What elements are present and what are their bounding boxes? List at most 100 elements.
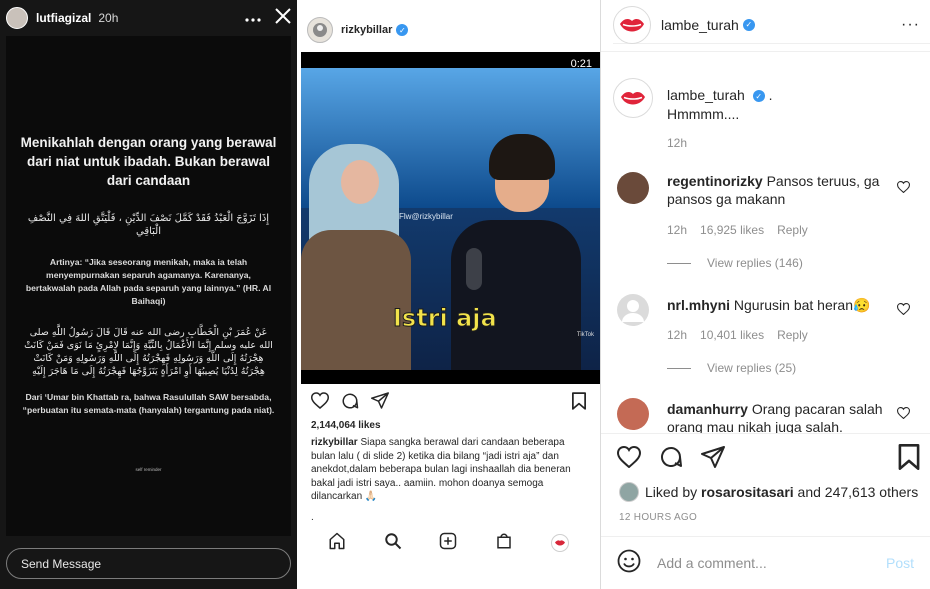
post-comment-button[interactable]: Post: [886, 555, 914, 571]
divider: [601, 51, 930, 52]
post-time-ago[interactable]: 12 HOURS AGO: [619, 512, 697, 523]
replies-dash: [667, 367, 691, 369]
mobile-likes-count[interactable]: 2,144,064 likes: [311, 420, 381, 431]
comment-item: regentinorizky Pansos teruus, ga pansos …: [617, 172, 916, 272]
tiktok-mark: TikTok: [576, 332, 594, 338]
story-viewer: lutfiagizal 20h Menikahlah dengan orang …: [0, 0, 297, 589]
comment-avatar[interactable]: [617, 172, 649, 204]
video-coat-left: [301, 230, 411, 370]
home-icon[interactable]: [328, 532, 346, 555]
post-header: lambe_turah ✓ ···: [613, 5, 930, 44]
comment-avatar[interactable]: [617, 294, 649, 326]
caption-suffix: .: [768, 87, 773, 103]
caption-avatar[interactable]: [613, 78, 653, 118]
replies-dash: [667, 262, 691, 264]
comment-text-block: regentinorizky Pansos teruus, ga pansos …: [667, 172, 899, 208]
post-avatar[interactable]: [613, 5, 651, 44]
view-replies-label: View replies (146): [707, 256, 803, 270]
bookmark-icon[interactable]: [572, 391, 586, 415]
close-icon[interactable]: [275, 7, 291, 29]
story-footnote: self reminder: [135, 467, 162, 472]
view-replies-button[interactable]: View replies (25): [667, 361, 796, 375]
heart-icon[interactable]: [310, 392, 330, 414]
profile-avatar-icon[interactable]: [551, 534, 570, 552]
reply-button[interactable]: Reply: [777, 223, 808, 237]
mobile-caption: rizkybillar Siapa sangka berawal dari ca…: [311, 436, 591, 504]
comment-username[interactable]: regentinorizky: [667, 173, 763, 189]
verified-icon: ✓: [742, 18, 755, 31]
video-face-left: [341, 160, 379, 204]
comment-text-block: damanhurry Orang pacaran salah orang mau…: [667, 400, 899, 433]
liked-by-avatar[interactable]: [619, 482, 639, 502]
liked-by: Liked by rosarositasari and 247,613 othe…: [619, 482, 918, 502]
new-post-icon[interactable]: [439, 532, 457, 555]
video-time: 0:21: [570, 58, 592, 70]
desktop-post-panel: lambe_turah ✓ ··· lambe_turah ✓ . Hmmmm.…: [601, 0, 930, 589]
comment-heart-icon[interactable]: [896, 406, 911, 424]
mobile-avatar[interactable]: [307, 17, 333, 43]
comment-icon[interactable]: [659, 445, 683, 474]
video-watermark: Flw@rizkybillar: [399, 212, 453, 221]
view-replies-button[interactable]: View replies (146): [667, 256, 803, 270]
liked-by-prefix: Liked by: [645, 484, 698, 500]
more-icon[interactable]: [245, 9, 261, 27]
comment-time[interactable]: 12h: [667, 223, 687, 237]
comment-username[interactable]: damanhurry: [667, 401, 748, 417]
send-message-input[interactable]: Send Message: [6, 548, 291, 579]
comment-text-block: nrl.mhyni Ngurusin bat heran😥: [667, 296, 899, 314]
add-comment-input[interactable]: Add a comment...: [657, 555, 886, 571]
post-username[interactable]: lambe_turah: [661, 17, 739, 33]
story-header: lutfiagizal 20h: [6, 6, 291, 30]
story-hadith: Dari ‘Umar bin Khattab ra, bahwa Rasulul…: [22, 392, 275, 415]
view-replies-label: View replies (25): [707, 361, 797, 375]
bookmark-icon[interactable]: [898, 443, 920, 475]
post-actions: [616, 443, 920, 475]
story-arabic-hadith: عَنْ عُمَرَ بْنِ الْخَطَّابِ رضى الله عن…: [24, 327, 273, 377]
comment-avatar[interactable]: [617, 398, 649, 430]
mobile-bottom-nav: [297, 532, 600, 554]
mobile-post: rizkybillar ✓ Flw@rizkybillar Istri aja …: [297, 0, 601, 589]
story-avatar[interactable]: [6, 7, 28, 29]
verified-icon: ✓: [396, 24, 409, 36]
share-icon[interactable]: [701, 445, 725, 473]
story-username[interactable]: lutfiagizal: [36, 11, 91, 25]
liked-by-others[interactable]: and 247,613 others: [798, 484, 919, 500]
screenshot-root: lutfiagizal 20h Menikahlah dengan orang …: [0, 0, 930, 589]
liked-by-user[interactable]: rosarositasari: [701, 484, 794, 500]
story-content[interactable]: Menikahlah dengan orang yang berawal dar…: [6, 36, 291, 536]
mobile-username[interactable]: rizkybillar: [341, 24, 392, 36]
share-icon[interactable]: [371, 392, 389, 414]
microphone: [466, 248, 482, 290]
divider: [601, 433, 930, 434]
verified-icon: ✓: [752, 90, 765, 103]
comment-heart-icon[interactable]: [896, 180, 911, 198]
comment-item: nrl.mhyni Ngurusin bat heran😥 12h 10,401…: [617, 294, 916, 378]
caption-time[interactable]: 12h: [667, 136, 687, 150]
more-options-icon[interactable]: ···: [901, 16, 920, 32]
video-bottom-bar: [301, 370, 600, 384]
comment-icon[interactable]: [341, 392, 359, 415]
video-top-bar: [301, 52, 600, 68]
caption-user-line: lambe_turah ✓ .: [667, 87, 773, 103]
mobile-caption-user[interactable]: rizkybillar: [311, 437, 358, 448]
emoji-icon[interactable]: [617, 549, 641, 578]
send-message-placeholder: Send Message: [21, 556, 102, 571]
heart-icon[interactable]: [616, 445, 642, 473]
story-time: 20h: [98, 11, 119, 25]
reply-button[interactable]: Reply: [777, 328, 808, 342]
comment-likes[interactable]: 16,925 likes: [700, 223, 764, 237]
search-icon[interactable]: [384, 532, 402, 555]
mobile-actions: [310, 391, 586, 415]
comment-item: damanhurry Orang pacaran salah orang mau…: [617, 398, 916, 433]
comment-heart-icon[interactable]: [896, 302, 911, 320]
comment-time[interactable]: 12h: [667, 328, 687, 342]
shop-icon[interactable]: [495, 532, 513, 555]
story-heading: Menikahlah dengan orang yang berawal dar…: [20, 135, 277, 188]
caption-username[interactable]: lambe_turah: [667, 87, 745, 103]
comment-username[interactable]: nrl.mhyni: [667, 297, 730, 313]
video-player[interactable]: Flw@rizkybillar Istri aja TikTok 0:21: [301, 52, 600, 384]
comment-likes[interactable]: 10,401 likes: [700, 328, 764, 342]
video-caption: Istri aja: [393, 304, 498, 333]
comment-text: Ngurusin bat heran😥: [733, 297, 871, 313]
mobile-caption-dot: .: [311, 512, 314, 523]
